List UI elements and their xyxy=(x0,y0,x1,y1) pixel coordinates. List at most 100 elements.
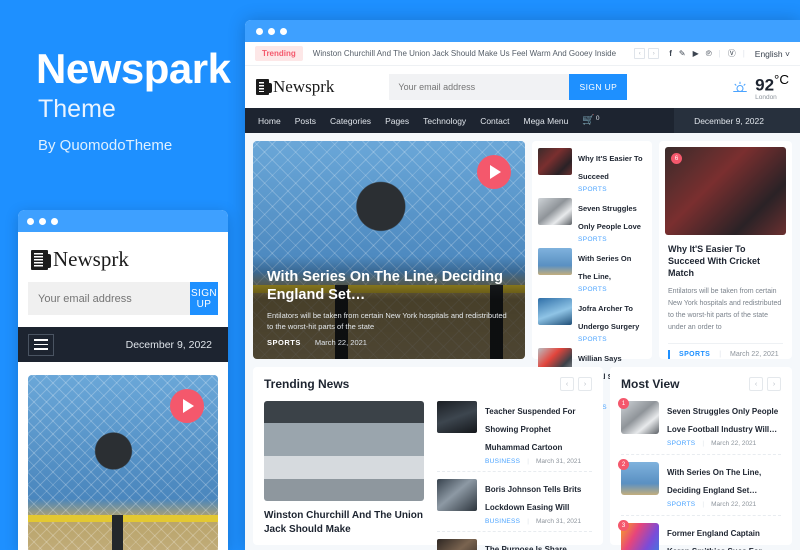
nav-item-categories[interactable]: Categories xyxy=(330,116,371,126)
list-item-category[interactable]: SPORTS xyxy=(578,236,646,243)
trending-prev-icon[interactable]: ‹ xyxy=(634,48,646,59)
most-view-title: Most View xyxy=(621,377,680,391)
window-dot-close-icon[interactable] xyxy=(27,217,34,225)
weather-widget: 92°C London xyxy=(731,71,789,102)
rank-badge: 2 xyxy=(618,459,629,470)
list-item-category[interactable]: SPORTS xyxy=(578,286,646,293)
list-item-title: With Series On The Line, Deciding Englan… xyxy=(667,468,762,495)
list-item[interactable]: Seven Struggles Only People Love SPORTS xyxy=(538,198,646,243)
mock-email-input[interactable] xyxy=(28,282,190,315)
list-item[interactable]: Why It'S Easier To Succeed SPORTS xyxy=(538,148,646,193)
side-article-date: March 22, 2021 xyxy=(730,351,779,358)
mock-signup-button[interactable]: SIGN UP xyxy=(190,282,218,315)
window-dot-minimize-icon[interactable] xyxy=(39,217,46,225)
trending-panel-header: Trending News ‹ › xyxy=(264,377,592,391)
list-item[interactable]: Jofra Archer To Undergo Surgery SPORTS xyxy=(538,298,646,343)
facebook-icon[interactable]: f xyxy=(669,49,672,58)
browser-preview: Trending Winston Churchill And The Union… xyxy=(245,20,800,550)
list-item[interactable]: 2 With Series On The Line, Deciding Engl… xyxy=(618,459,781,516)
browser-dot-close-icon[interactable] xyxy=(256,27,263,35)
list-item[interactable]: The Purpose Is Share Strategies And Insi… xyxy=(437,539,592,550)
nav-item-home[interactable]: Home xyxy=(258,116,281,126)
play-icon[interactable] xyxy=(170,389,204,423)
trending-feature-card[interactable]: Winston Churchill And The Union Jack Sho… xyxy=(264,401,424,550)
temperature-unit: °C xyxy=(774,71,789,87)
list-item-date: March 22, 2021 xyxy=(711,440,757,447)
trending-next-icon[interactable]: › xyxy=(648,48,660,59)
browser-dot-minimize-icon[interactable] xyxy=(268,27,275,35)
brand-title: Newspark xyxy=(36,45,231,92)
side-article-card[interactable]: 6 Why It'S Easier To Succeed With Cricke… xyxy=(659,141,792,359)
list-item-title: Why It'S Easier To Succeed xyxy=(578,154,643,181)
list-item[interactable]: 1 Seven Struggles Only People Love Footb… xyxy=(618,398,781,455)
thumbnail-image: 3 xyxy=(618,520,659,550)
thumbnail-image xyxy=(437,401,477,433)
meta-divider: | xyxy=(702,440,705,447)
instagram-icon[interactable]: Ⓥ xyxy=(728,48,736,59)
twitter-icon[interactable]: ✎ xyxy=(679,49,686,58)
trending-panel-prev-icon[interactable]: ‹ xyxy=(560,377,574,391)
window-dot-maximize-icon[interactable] xyxy=(51,217,58,225)
hero-date: March 22, 2021 xyxy=(314,338,367,347)
nav-item-mega-menu[interactable]: Mega Menu xyxy=(523,116,568,126)
language-selector[interactable]: English ˅ xyxy=(755,49,790,59)
mock-logo-text: Newsprk xyxy=(53,247,129,271)
bottom-row: Trending News ‹ › Winston Churchill And … xyxy=(253,367,792,550)
list-item-category[interactable]: SPORTS xyxy=(578,336,646,343)
list-item-title: Boris Johnson Tells Brits Lockdown Easin… xyxy=(485,485,582,512)
weather-city: London xyxy=(755,93,777,101)
list-item-category[interactable]: SPORTS xyxy=(578,186,646,193)
hero-category[interactable]: SPORTS xyxy=(267,338,301,347)
play-icon[interactable] xyxy=(477,155,511,189)
trending-panel-title: Trending News xyxy=(264,377,350,391)
thumbnail-image xyxy=(437,539,477,550)
newspaper-icon xyxy=(31,249,51,270)
side-badge: 6 xyxy=(671,153,682,164)
nav-item-pages[interactable]: Pages xyxy=(385,116,409,126)
nav-item-posts[interactable]: Posts xyxy=(295,116,316,126)
trending-panel-next-icon[interactable]: › xyxy=(578,377,592,391)
thumbnail-image: 2 xyxy=(618,459,659,495)
temperature-value: 92 xyxy=(755,74,775,94)
list-item-category[interactable]: BUSINESS xyxy=(485,518,520,525)
nav-item-technology[interactable]: Technology xyxy=(423,116,466,126)
list-item[interactable]: With Series On The Line, SPORTS xyxy=(538,248,646,293)
trending-feature-image xyxy=(264,401,424,501)
nav-item-contact[interactable]: Contact xyxy=(480,116,509,126)
list-item[interactable]: Boris Johnson Tells Brits Lockdown Easin… xyxy=(437,479,592,532)
trending-item-list: Teacher Suspended For Showing Prophet Mu… xyxy=(437,401,592,550)
browser-dot-maximize-icon[interactable] xyxy=(280,27,287,35)
mock-logo[interactable]: Newsprk xyxy=(31,247,218,272)
signup-button[interactable]: SIGN UP xyxy=(569,74,628,100)
trending-badge: Trending xyxy=(255,46,303,61)
list-item-category[interactable]: BUSINESS xyxy=(485,458,520,465)
featured-row: With Series On The Line, Deciding Englan… xyxy=(253,141,792,411)
subscribe-form: SIGN UP xyxy=(389,74,628,100)
list-item-category[interactable]: SPORTS xyxy=(667,440,695,447)
accent-bar xyxy=(668,350,670,359)
meta-divider: | xyxy=(702,501,705,508)
list-item-date: March 31, 2021 xyxy=(535,518,582,525)
hero-card[interactable]: With Series On The Line, Deciding Englan… xyxy=(253,141,525,359)
most-view-prev-icon[interactable]: ‹ xyxy=(749,377,763,391)
cart-icon[interactable]: 🛒 0 xyxy=(582,115,599,126)
mock-titlebar xyxy=(18,210,228,232)
site-logo[interactable]: Newsprk xyxy=(256,77,334,97)
trending-headline[interactable]: Winston Churchill And The Union Jack Sho… xyxy=(313,49,624,58)
side-article-body: Why It'S Easier To Succeed With Cricket … xyxy=(659,235,792,334)
youtube-icon[interactable]: ▶ xyxy=(693,49,699,58)
rank-badge: 1 xyxy=(618,398,629,409)
pinterest-icon[interactable]: ℗ xyxy=(706,49,712,58)
hamburger-menu-icon[interactable] xyxy=(28,333,54,356)
most-view-next-icon[interactable]: › xyxy=(767,377,781,391)
side-article-category[interactable]: SPORTS xyxy=(679,351,710,358)
thumbnail-image xyxy=(437,479,477,511)
list-item[interactable]: 3 Former England Captain Karen Smithies … xyxy=(618,520,781,550)
nav-date: December 9, 2022 xyxy=(674,108,800,133)
site-logo-text: Newsprk xyxy=(273,77,335,96)
email-input[interactable] xyxy=(389,74,570,100)
list-item[interactable]: Teacher Suspended For Showing Prophet Mu… xyxy=(437,401,592,472)
newspaper-icon xyxy=(256,79,272,95)
side-article-title: Why It'S Easier To Succeed With Cricket … xyxy=(668,244,760,279)
list-item-category[interactable]: SPORTS xyxy=(667,501,695,508)
